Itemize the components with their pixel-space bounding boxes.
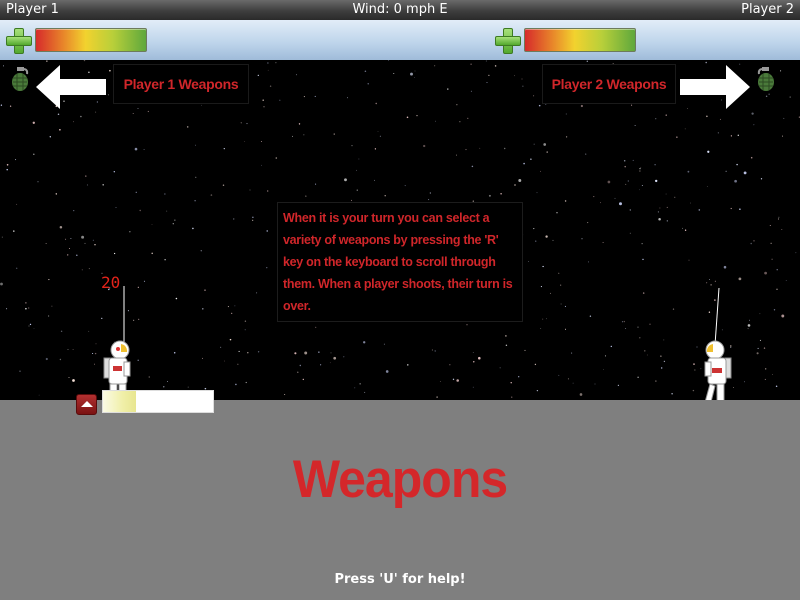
top-bar: Player 1 Wind: 0 mph E Player 2 <box>0 0 800 20</box>
player2-health-bar <box>524 28 636 52</box>
player1-health-bar <box>35 28 147 52</box>
wind-indicator: Wind: 0 mph E <box>352 2 448 17</box>
ground: Weapons Press 'U' for help! <box>0 400 800 600</box>
power-toggle-button[interactable] <box>76 394 97 415</box>
help-hint: Press 'U' for help! <box>334 572 466 587</box>
player2-name: Player 2 <box>741 2 794 17</box>
health-strip <box>0 20 800 60</box>
power-meter <box>102 390 214 413</box>
player2-health-icon <box>495 28 521 54</box>
player1-health-icon <box>6 28 32 54</box>
screen-title: Weapons <box>292 449 508 509</box>
power-meter-fill <box>103 391 136 412</box>
